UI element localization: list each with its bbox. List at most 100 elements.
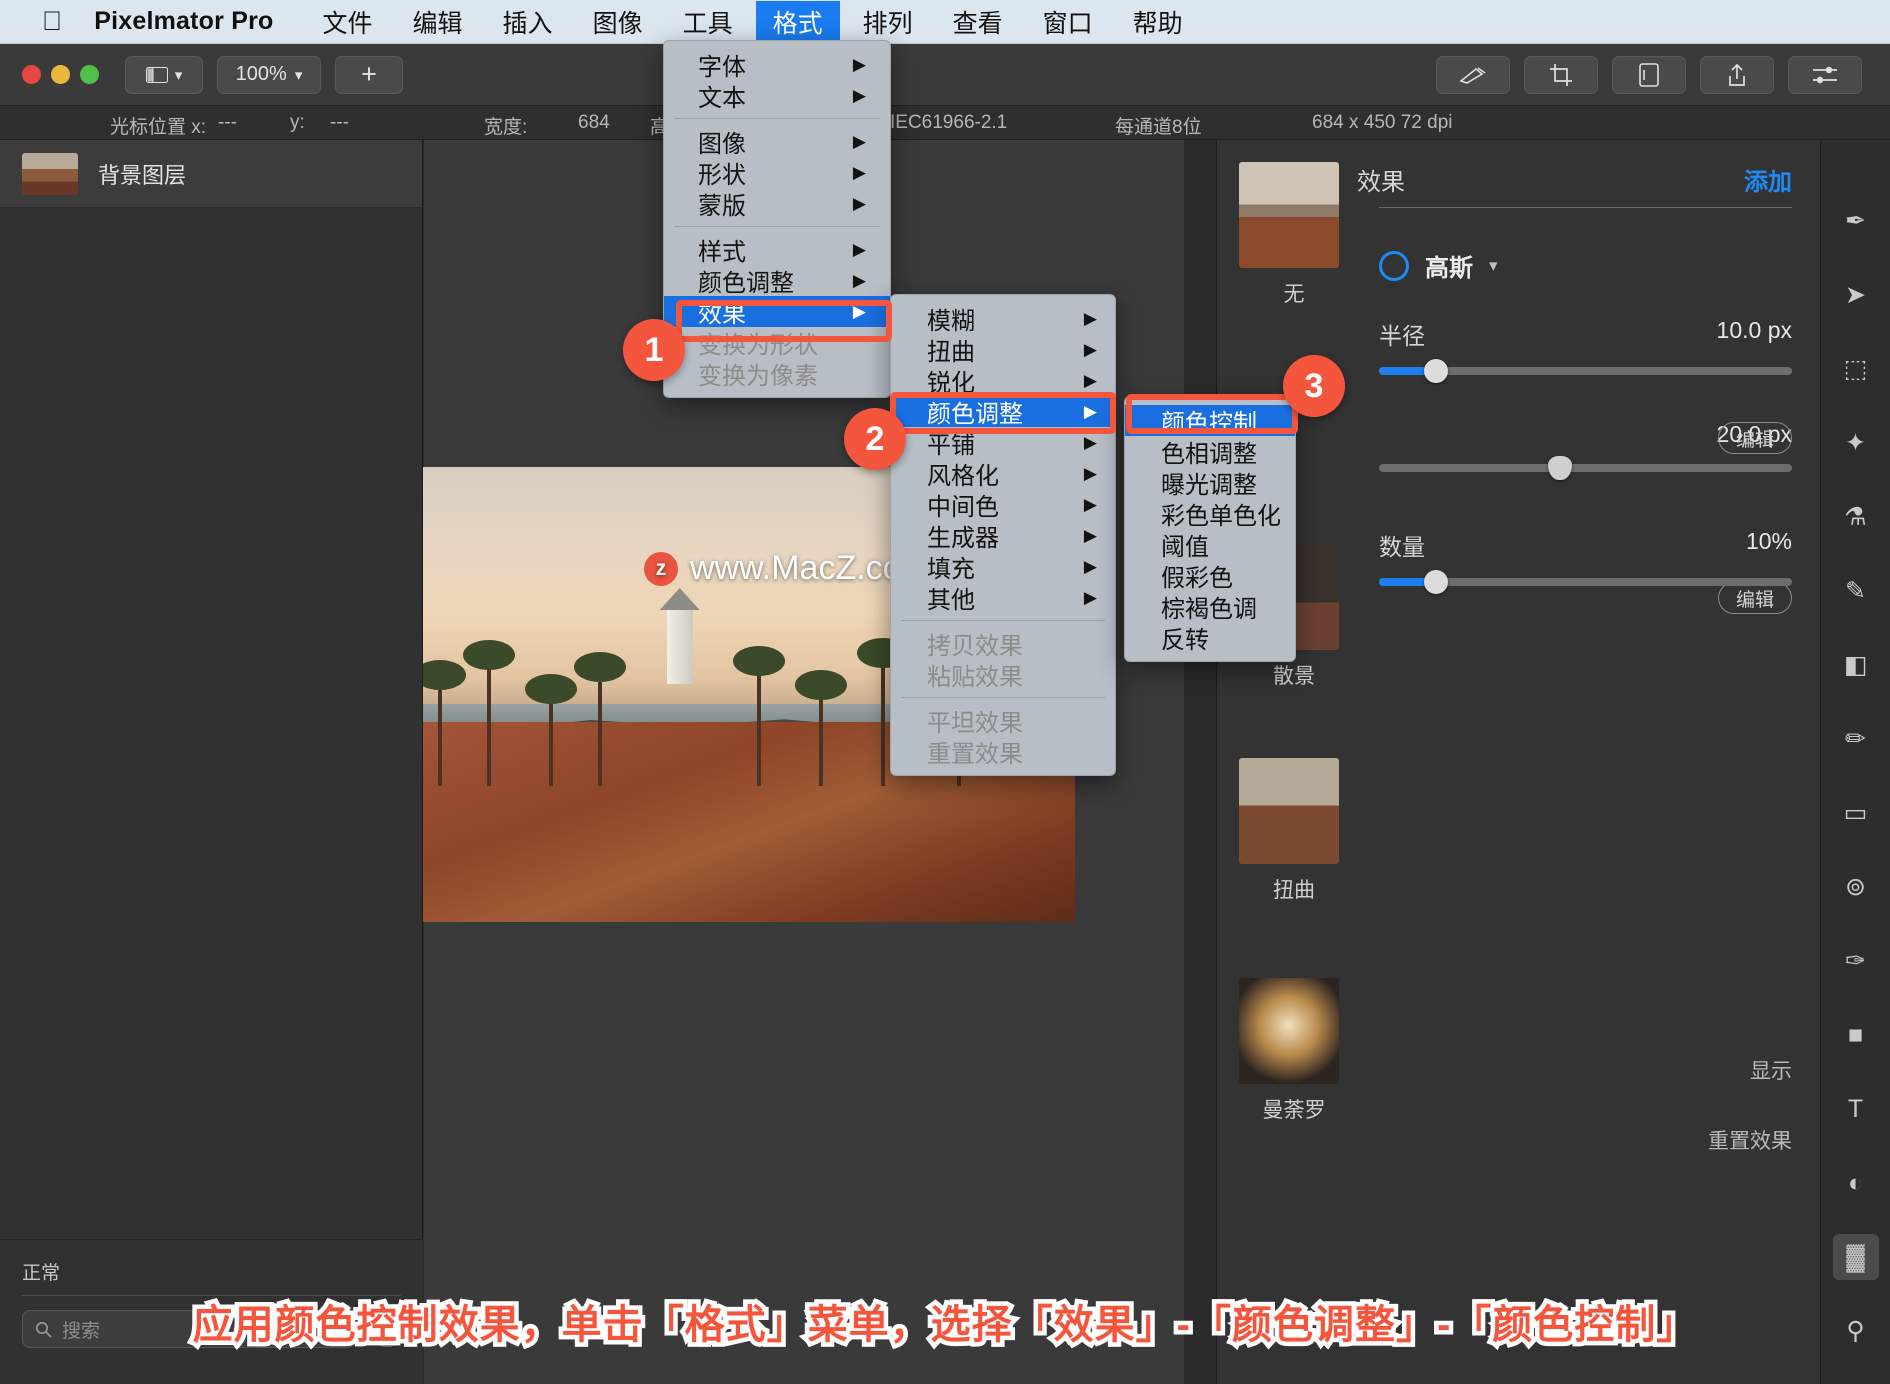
share-icon[interactable] [1700,55,1774,94]
menu-color-adjustments[interactable]: 颜色控制 色相调整 曝光调整 彩色单色化 阈值 假彩色 棕褐色调 反转 [1124,396,1296,662]
menubar-item-2[interactable]: 插入 [486,1,570,43]
close-button[interactable] [22,65,41,84]
arrow-icon[interactable]: ➤ [1833,272,1879,318]
reset-effect-button[interactable]: 重置效果 [1708,1125,1792,1155]
menu-effects[interactable]: 模糊 ▶ 扭曲 ▶ 锐化 ▶ 颜色调整 ▶ 平铺 ▶ 风格化 ▶ 中间色 ▶ 生成器 ▶ 填充 ▶ 其他 ▶ 拷贝效果粘… [890,294,1116,776]
effect-kind-row[interactable]: 高斯 ▾ [1379,248,1792,283]
add-effect-button[interactable]: 添加 [1744,162,1792,197]
text-icon[interactable]: T [1833,1086,1879,1132]
slider-track[interactable] [1379,570,1792,594]
width-value: 684 [578,112,610,133]
eraser-icon[interactable]: ▭ [1833,790,1879,836]
menu-item-label: 样式 [698,239,746,266]
effect-preset-distort[interactable]: 扭曲 [1239,758,1349,904]
apple-icon[interactable]:  [42,8,62,35]
submenu-arrow-icon: ▶ [852,54,866,74]
slider-radius[interactable]: 半径 10.0 px [1379,317,1792,383]
photo-palm [525,673,578,786]
menu-item-format-2-1[interactable]: 颜色调整 ▶ [664,265,890,297]
menu-item-coloradj-0-2[interactable]: 曝光调整 [1125,467,1295,499]
menu-format[interactable]: 字体 ▶ 文本 ▶ 图像 ▶ 形状 ▶ 蒙版 ▶ 样式 ▶ 颜色调整 ▶ 效果 ▶ 变换为形状 变换为像素 [663,40,891,398]
menu-item-effects-0-6[interactable]: 中间色 ▶ [891,489,1115,521]
view-options-button[interactable]: ▾ [125,55,203,94]
menu-item-format-2-2[interactable]: 效果 ▶ [664,296,890,328]
edit-button[interactable]: 编辑 [1718,582,1792,614]
cursor-y-label: y: [290,112,305,133]
submenu-arrow-icon: ▶ [852,239,866,259]
color-adjust-icon[interactable]: ◐ [1833,1160,1879,1206]
menu-item-effects-0-7[interactable]: 生成器 ▶ [891,520,1115,552]
effect-preset-mandala[interactable]: 曼荼罗 [1239,978,1349,1124]
menubar-item-9[interactable]: 帮助 [1116,1,1200,43]
heal-icon[interactable]: ✒ [1833,198,1879,244]
menubar-item-3[interactable]: 图像 [576,1,660,43]
menu-item-format-0-0[interactable]: 字体 ▶ [664,49,890,81]
menu-item-format-1-2[interactable]: 蒙版 ▶ [664,188,890,220]
slider-track[interactable] [1379,456,1792,480]
list-item[interactable]: 背景图层 [0,140,422,208]
menu-item-effects-0-1[interactable]: 扭曲 ▶ [891,334,1115,366]
menubar-item-6[interactable]: 排列 [846,1,930,43]
slider-knob[interactable] [1424,570,1449,594]
menu-item-format-2-0[interactable]: 样式 ▶ [664,234,890,266]
blend-mode-label[interactable]: 正常 [0,1240,423,1285]
menu-item-coloradj-0-6[interactable]: 棕褐色调 [1125,591,1295,623]
menu-item-coloradj-0-5[interactable]: 假彩色 [1125,560,1295,592]
menu-item-effects-0-4[interactable]: 平铺 ▶ [891,427,1115,459]
menu-item-label: 蒙版 [698,193,746,220]
menubar-item-7[interactable]: 查看 [936,1,1020,43]
menu-item-format-1-0[interactable]: 图像 ▶ [664,126,890,158]
menu-item-format-0-1[interactable]: 文本 ▶ [664,80,890,112]
magic-wand-icon[interactable]: ✦ [1833,420,1879,466]
menubar-item-5[interactable]: 格式 [755,0,840,43]
minimize-button[interactable] [51,65,70,84]
menubar-item-8[interactable]: 窗口 [1026,1,1110,43]
slider-knob[interactable] [1548,456,1573,480]
menu-item-coloradj-0-4[interactable]: 阈值 [1125,529,1295,561]
menu-item-label: 效果 [698,301,746,328]
pencil-icon[interactable]: ✏ [1833,716,1879,762]
pen-icon[interactable]: ✑ [1833,938,1879,984]
sliders-icon[interactable] [1788,55,1862,94]
effects-icon[interactable]: ▓ [1832,1234,1879,1280]
menu-item-effects-0-5[interactable]: 风格化 ▶ [891,458,1115,490]
menu-item-format-2-3: 变换为形状 [664,327,890,359]
shape-icon[interactable]: ■ [1833,1012,1879,1058]
effect-preset-none[interactable]: 无 [1239,162,1349,308]
export-icon[interactable] [1612,55,1686,94]
menubar-item-4[interactable]: 工具 [666,1,750,43]
zoom-button[interactable] [80,65,99,84]
menu-item-effects-0-8[interactable]: 填充 ▶ [891,551,1115,583]
slider-knob[interactable] [1424,359,1449,383]
menu-item-coloradj-0-7[interactable]: 反转 [1125,622,1295,654]
menu-item-effects-1-0: 拷贝效果 [891,628,1115,660]
menu-item-effects-0-3[interactable]: 颜色调整 ▶ [891,396,1115,428]
zoom-level-button[interactable]: 100% ▾ [217,55,321,94]
eyedropper-icon[interactable]: ⚗ [1833,494,1879,540]
chevron-down-icon[interactable]: ▾ [1489,256,1498,276]
edit-button[interactable]: 编辑 [1718,422,1792,454]
chevron-down-icon: ▾ [294,66,303,84]
step-badge-1: 1 [623,319,685,381]
effect-toggle-icon[interactable] [1379,250,1409,281]
menu-item-format-1-1[interactable]: 形状 ▶ [664,157,890,189]
crop-icon[interactable] [1524,55,1598,94]
window-controls[interactable] [22,65,99,84]
paint-brush-icon[interactable]: ✎ [1833,568,1879,614]
show-label[interactable]: 显示 [1750,1055,1792,1085]
menu-item-coloradj-0-0[interactable]: 颜色控制 [1125,405,1295,437]
marquee-icon[interactable]: ⬚ [1833,346,1879,392]
slider-track[interactable] [1379,359,1792,383]
menu-item-effects-0-9[interactable]: 其他 ▶ [891,582,1115,614]
menu-item-coloradj-0-1[interactable]: 色相调整 [1125,436,1295,468]
menu-item-effects-0-2[interactable]: 锐化 ▶ [891,365,1115,397]
retouch-icon[interactable] [1436,55,1510,94]
gradient-icon[interactable]: ◧ [1833,642,1879,688]
menu-item-effects-0-0[interactable]: 模糊 ▶ [891,303,1115,335]
add-button[interactable]: + [335,55,403,94]
menu-item-coloradj-0-3[interactable]: 彩色单色化 [1125,498,1295,530]
menubar-item-1[interactable]: 编辑 [396,1,480,43]
slider-amount[interactable]: 数量 10% [1379,528,1792,594]
clone-icon[interactable]: ⊚ [1833,864,1879,910]
menubar-item-0[interactable]: 文件 [306,1,390,43]
